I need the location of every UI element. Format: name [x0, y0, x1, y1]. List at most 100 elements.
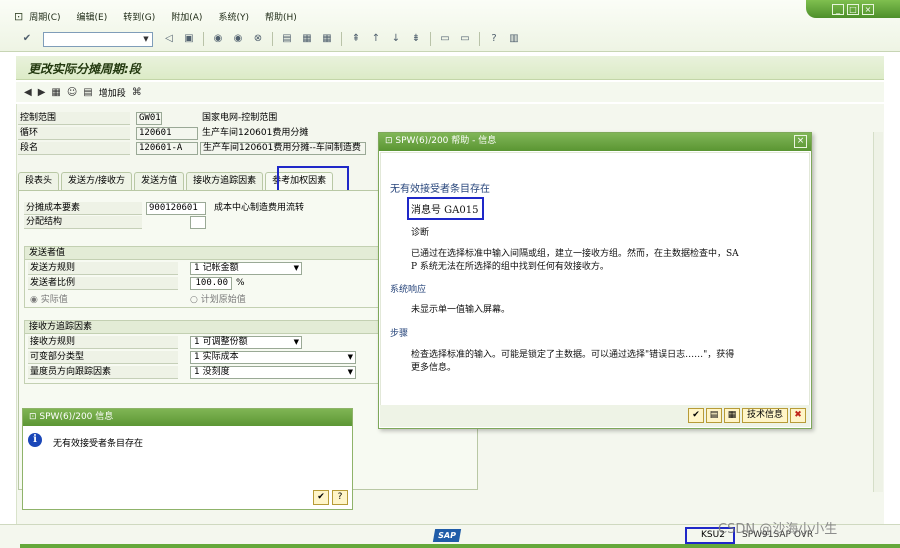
- help-dialog-header: ⊡ SPW(6)/200 帮助 - 信息 ×: [379, 133, 811, 151]
- title-bar: 更改实际分摊周期:段: [16, 56, 884, 80]
- controlling-area-field[interactable]: GW01: [136, 112, 162, 125]
- print-icon[interactable]: ▤: [280, 32, 294, 46]
- receiver-rule-select[interactable]: 1 可调整份额 ▼: [190, 336, 302, 349]
- alloc-cost-element-label: 分摊成本要素: [24, 202, 142, 215]
- watermark: CSDN @沙海小小生: [718, 522, 838, 537]
- confirm-check-icon[interactable]: ✔: [687, 408, 704, 423]
- hierarchy-icon[interactable]: ⌘: [132, 87, 142, 98]
- procedure-label: 步骤: [390, 329, 409, 339]
- sender-rule-label: 发送方规则: [28, 262, 178, 275]
- previous-icon[interactable]: ◀: [24, 87, 32, 98]
- close-icon[interactable]: ×: [794, 135, 807, 148]
- application-toolbar: ◀ ▶ ▦ ☺ ▤ 增加段 ⌘: [16, 82, 884, 102]
- menu-goto[interactable]: 转到(G): [123, 10, 155, 23]
- menu-system[interactable]: 系统(Y): [218, 10, 249, 23]
- plan-value-radio[interactable]: ○ 计划原始值: [190, 292, 246, 305]
- info-dialog-buttons: ✔ ?: [313, 490, 348, 505]
- cancel-icon[interactable]: ✖: [790, 408, 806, 423]
- allocation-structure-field[interactable]: [190, 216, 206, 229]
- chevron-down-icon[interactable]: ▼: [294, 263, 299, 274]
- segment-desc-field[interactable]: 生产车间120601费用分摊--车间制造费: [200, 142, 366, 155]
- back-arrow-icon[interactable]: ◁: [162, 32, 176, 46]
- sender-rule-select[interactable]: 1 记帐金额 ▼: [190, 262, 302, 275]
- help-icon[interactable]: ?: [487, 32, 501, 46]
- prev-page-icon[interactable]: ↑: [369, 32, 383, 46]
- menu-help[interactable]: 帮助(H): [265, 10, 297, 23]
- cancel-icon[interactable]: ⊗: [251, 32, 265, 46]
- save-icon[interactable]: ▣: [182, 32, 196, 46]
- procedure-text-2: 更多信息。: [411, 363, 457, 373]
- find-next-icon[interactable]: ▦: [320, 32, 334, 46]
- technical-info-button[interactable]: 技术信息: [741, 408, 788, 423]
- cycle-label: 循环: [18, 127, 130, 140]
- confirm-check-icon[interactable]: ✔: [313, 490, 329, 505]
- tab-sender-values[interactable]: 发送方值: [134, 172, 185, 190]
- tab-segment-header[interactable]: 段表头: [18, 172, 60, 190]
- allocation-structure-label: 分配结构: [24, 216, 142, 229]
- actual-value-label: 实际值: [40, 295, 68, 305]
- exit-icon[interactable]: ◉: [231, 32, 245, 46]
- sender-rule-value: 1 记帐金额: [194, 263, 239, 273]
- add-segment-button[interactable]: 增加段: [99, 86, 126, 99]
- menu-icon[interactable]: ⊡: [14, 10, 23, 23]
- toolbar-separator: [430, 32, 431, 46]
- close-window-icon[interactable]: ×: [862, 3, 874, 15]
- help-question-icon[interactable]: ?: [332, 490, 348, 505]
- alloc-cost-element-field[interactable]: 900120601: [146, 202, 206, 215]
- minimize-icon[interactable]: _: [832, 3, 844, 15]
- tab-sender-receiver[interactable]: 发送方/接收方: [61, 172, 133, 190]
- info-dialog-message: 无有效接受者条目存在: [53, 439, 144, 449]
- layout-menu-icon[interactable]: ▥: [507, 32, 521, 46]
- chevron-down-icon[interactable]: ▼: [140, 33, 152, 46]
- menu-extras[interactable]: 附加(A): [171, 10, 202, 23]
- chevron-down-icon[interactable]: ▼: [294, 337, 299, 348]
- maximize-icon[interactable]: □: [847, 3, 859, 15]
- overview-icon[interactable]: ▦: [51, 87, 60, 98]
- message-number-highlight: [407, 197, 484, 220]
- next-page-icon[interactable]: ↓: [389, 32, 403, 46]
- controlling-area-label: 控制范围: [18, 112, 130, 125]
- segment-field[interactable]: 120601-A: [136, 142, 198, 155]
- window-controls: _ □ ×: [806, 0, 900, 18]
- menu-edit[interactable]: 编辑(E): [77, 10, 108, 23]
- page-title: 更改实际分摊周期:段: [28, 62, 141, 76]
- menu-cycle[interactable]: 周期(C): [29, 10, 60, 23]
- chevron-down-icon[interactable]: ▼: [348, 352, 353, 363]
- enter-icon[interactable]: ✔: [20, 32, 34, 46]
- help-dialog-footer: ✔ ▤ ▦ 技术信息 ✖: [380, 405, 810, 427]
- tab-highlight-box: [277, 166, 349, 192]
- help-heading: 无有效接受者条目存在: [390, 184, 490, 195]
- find-icon[interactable]: ▦: [723, 408, 740, 423]
- last-page-icon[interactable]: ⇟: [409, 32, 423, 46]
- variable-portion-select[interactable]: 1 实际成本 ▼: [190, 351, 356, 364]
- info-dialog-title-text: SPW(6)/200 信息: [39, 412, 114, 422]
- info-icon: i: [28, 433, 42, 447]
- plan-value-label: 计划原始值: [200, 295, 246, 305]
- vertical-scrollbar[interactable]: [873, 132, 883, 492]
- actual-value-radio[interactable]: ◉ 实际值: [30, 292, 68, 305]
- chevron-down-icon[interactable]: ▼: [348, 367, 353, 378]
- command-field[interactable]: ▼: [43, 31, 153, 47]
- standard-toolbar: ✔ ▼ ◁ ▣ ◉ ◉ ⊗ ▤ ▦ ▦ ⇞ ↑ ↓ ⇟ ▭ ▭ ? ▥: [0, 28, 900, 50]
- scale-select[interactable]: 1 没刻度 ▼: [190, 366, 356, 379]
- print-icon[interactable]: ▤: [705, 408, 722, 423]
- help-dialog-title: SPW(6)/200 帮助 - 信息: [395, 136, 497, 146]
- segment-label: 段名: [18, 142, 130, 155]
- shortcut-icon[interactable]: ▭: [458, 32, 472, 46]
- info-dialog-title: ⊡ SPW(6)/200 信息: [23, 409, 352, 426]
- print-icon[interactable]: ▤: [83, 87, 92, 98]
- new-session-icon[interactable]: ▭: [438, 32, 452, 46]
- info-dialog: ⊡ SPW(6)/200 信息 i 无有效接受者条目存在 ✔ ?: [22, 408, 353, 510]
- first-page-icon[interactable]: ⇞: [349, 32, 363, 46]
- tab-receiver-tracing[interactable]: 接收方追踪因素: [186, 172, 264, 190]
- toolbar-separator: [203, 32, 204, 46]
- controlling-area-desc: 国家电网-控制范围: [202, 113, 278, 123]
- person-icon[interactable]: ☺: [67, 87, 77, 98]
- next-icon[interactable]: ▶: [38, 87, 46, 98]
- cycle-field[interactable]: 120601: [136, 127, 198, 140]
- find-icon[interactable]: ▦: [300, 32, 314, 46]
- back-icon[interactable]: ◉: [211, 32, 225, 46]
- sender-share-label: 发送者比例: [28, 277, 178, 290]
- menu-bar: ⊡ 周期(C) 编辑(E) 转到(G) 附加(A) 系统(Y) 帮助(H): [0, 6, 800, 26]
- sender-share-field[interactable]: 100.00: [190, 277, 232, 290]
